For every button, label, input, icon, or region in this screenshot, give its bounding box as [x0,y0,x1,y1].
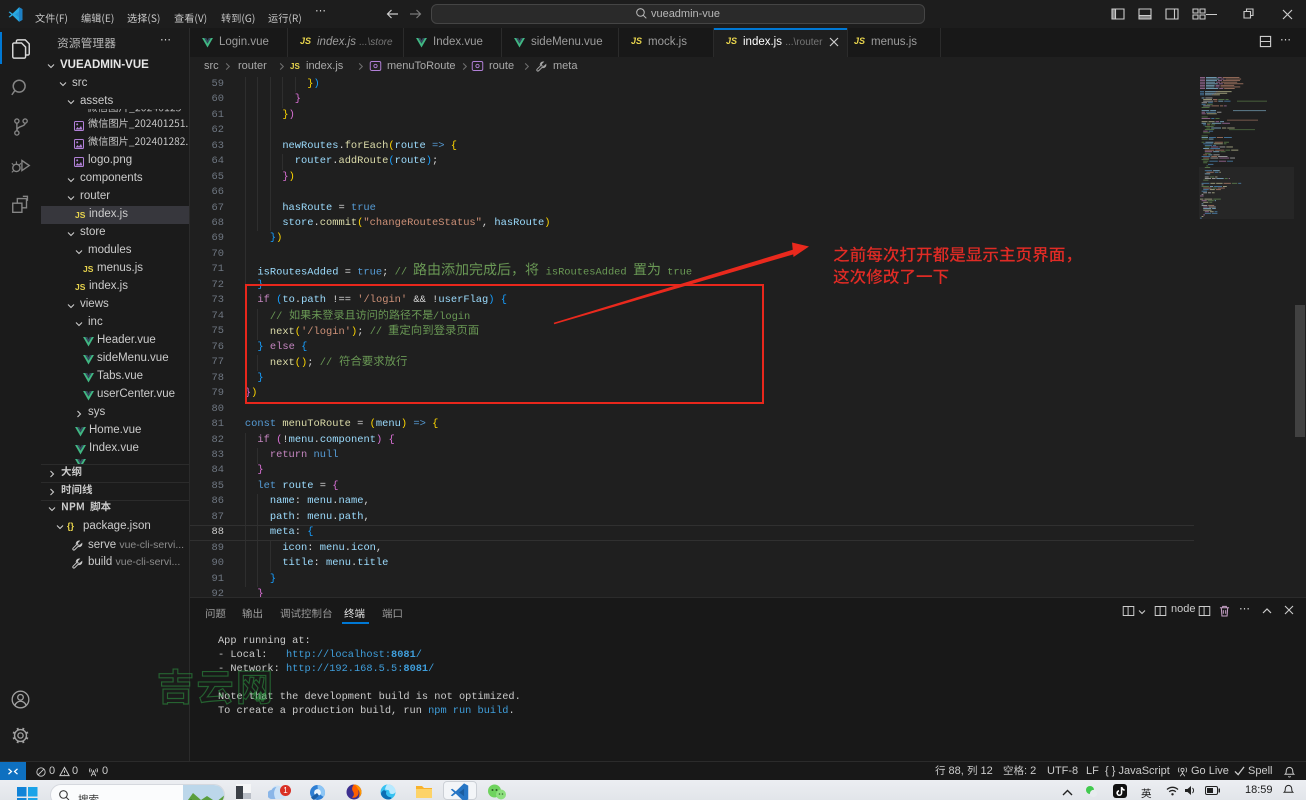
svg-text:1: 1 [283,786,288,795]
